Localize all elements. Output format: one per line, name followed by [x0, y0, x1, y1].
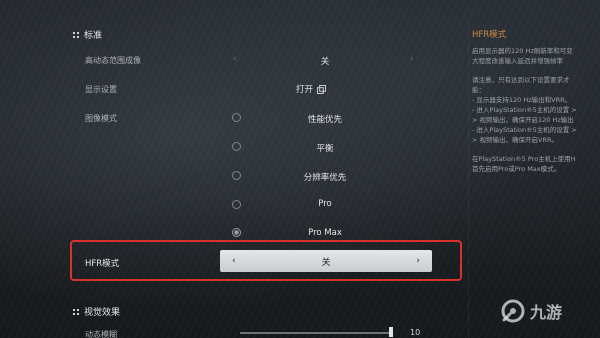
help-line: - 显示器支持120 Hz输出和VRR。 [472, 96, 572, 104]
hdr-value[interactable]: 关 [265, 55, 385, 67]
display-settings-open-button[interactable]: 打开 [296, 83, 327, 95]
chevron-right-icon[interactable]: › [410, 54, 414, 64]
grid-dots-icon [73, 308, 79, 315]
help-line: 启用显示器的120 Hz刷新率和可变 [472, 47, 573, 55]
section-title: 标准 [84, 31, 103, 41]
help-line: 首先启用Pro或Pro Max模式。 [472, 165, 561, 173]
chevron-left-icon[interactable]: ‹ [232, 256, 236, 266]
help-line: > 视频输出，确保开启VRR。 [472, 136, 558, 144]
radio-balanced[interactable] [232, 142, 241, 151]
radio-pro[interactable] [232, 200, 241, 209]
grid-dots-icon [73, 31, 79, 38]
help-panel-title: HFR模式 [472, 30, 507, 40]
watermark: 九游 [500, 298, 562, 324]
display-settings-value: 打开 [296, 85, 314, 95]
help-line: - 进入PlayStation®5主机的设置 > [472, 126, 577, 134]
hdr-label: 高动态范围成像 [85, 56, 141, 65]
section-header-visual: 视觉效果 [73, 305, 120, 318]
image-mode-option[interactable]: Pro Max [265, 228, 385, 238]
help-paragraph-2: 请注意，只有达到以下设置要求才 能： - 显示器支持120 Hz输出和VRR。 … [472, 75, 600, 145]
help-line: > 视频输出，确保开启120 Hz输出 [472, 116, 574, 124]
radio-pro-max[interactable] [232, 228, 241, 237]
image-mode-option[interactable]: 平衡 [265, 142, 385, 154]
image-mode-option[interactable]: 分辨率优先 [265, 171, 385, 183]
help-line: 大程度改善输入延迟并增强帧率 [472, 57, 563, 65]
image-mode-option[interactable]: Pro [265, 199, 385, 209]
hfr-value: 关 [321, 257, 331, 268]
chevron-left-icon[interactable]: ‹ [233, 54, 237, 64]
help-paragraph-1: 启用显示器的120 Hz刷新率和可变 大程度改善输入延迟并增强帧率 [472, 46, 600, 66]
watermark-text: 九游 [530, 303, 563, 322]
hfr-label: HFR模式 [85, 259, 120, 269]
help-panel: HFR模式 启用显示器的120 Hz刷新率和可变 大程度改善输入延迟并增强帧率 … [472, 28, 600, 338]
image-mode-option[interactable]: 性能优先 [265, 113, 385, 125]
open-external-icon [317, 84, 327, 94]
section-header-standard: 标准 [73, 28, 102, 41]
radio-performance[interactable] [232, 113, 241, 122]
help-line: 在PlayStation®5 Pro主机上使用H [472, 155, 576, 163]
help-line: 请注意，只有达到以下设置要求才 [472, 76, 570, 84]
help-paragraph-3: 在PlayStation®5 Pro主机上使用H 首先启用Pro或Pro Max… [472, 154, 600, 174]
help-line: - 进入PlayStation®5主机的设置 > [472, 106, 577, 114]
motion-blur-slider-handle[interactable] [389, 327, 393, 337]
ninegame-logo-icon [501, 299, 525, 323]
image-mode-label: 图像模式 [85, 114, 117, 123]
help-line: 能： [472, 86, 485, 94]
section-title: 视觉效果 [84, 308, 121, 318]
hfr-selector[interactable]: ‹ 关 › [220, 250, 432, 272]
display-settings-label: 显示设置 [85, 85, 117, 94]
chevron-right-icon[interactable]: › [416, 256, 420, 266]
panel-divider [468, 20, 469, 338]
motion-blur-value: 10 [410, 328, 421, 337]
radio-resolution[interactable] [232, 171, 241, 180]
motion-blur-label: 动态模糊 [85, 330, 117, 338]
motion-blur-slider-track[interactable] [240, 332, 390, 334]
